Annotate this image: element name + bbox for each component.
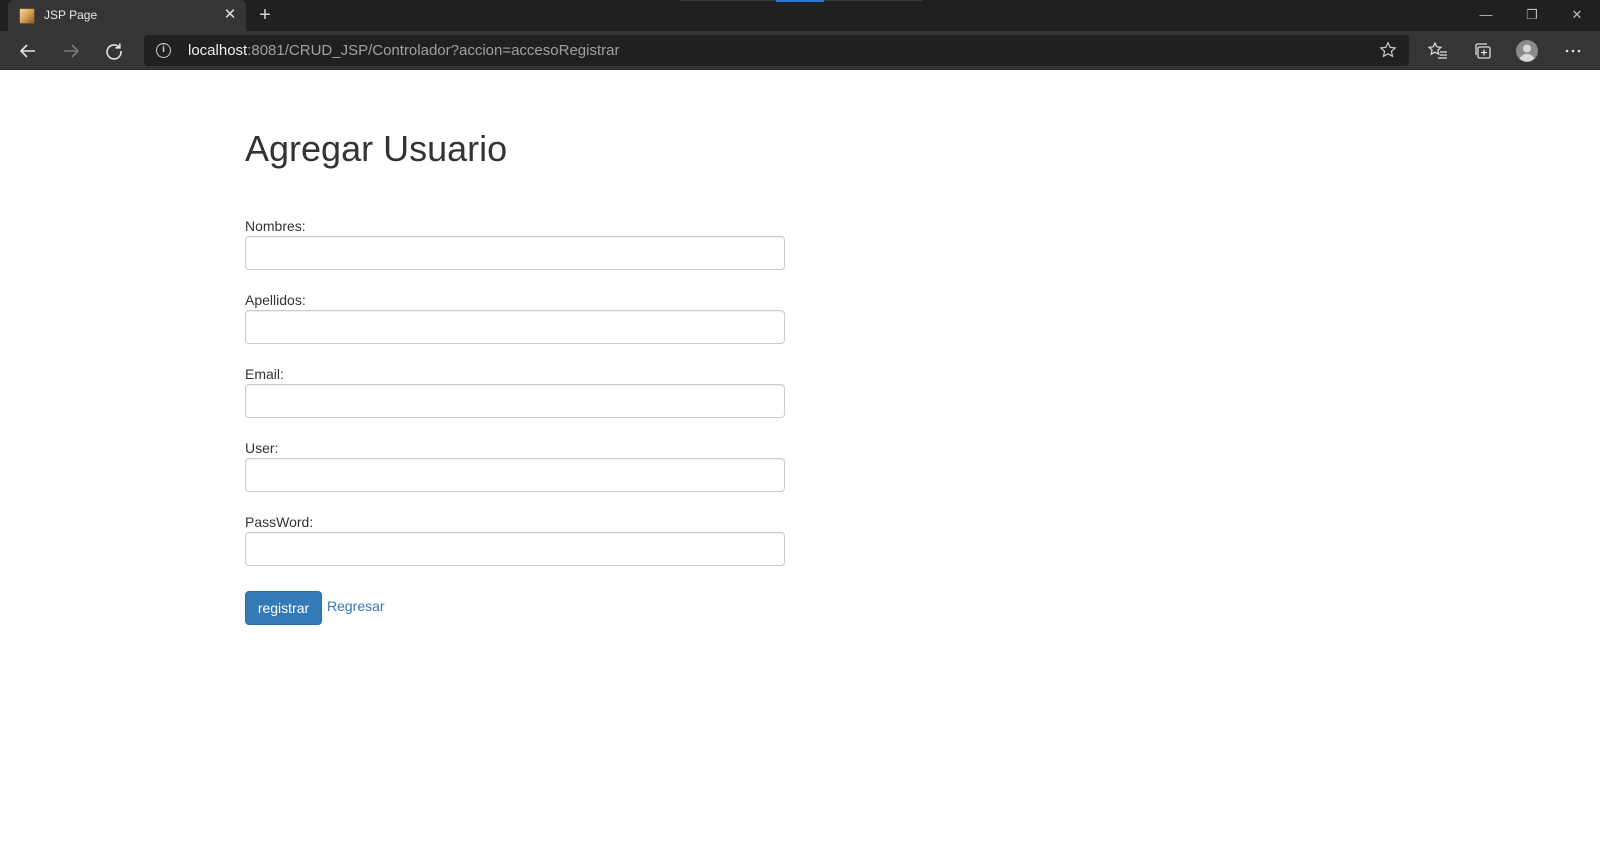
titlebar-accent: [776, 0, 824, 2]
collections-icon: [1475, 43, 1491, 59]
favorites-icon: [1428, 41, 1447, 59]
browser-tab-active[interactable]: JSP Page ✕: [8, 0, 246, 31]
browser-toolbar: i localhost:8081/CRUD_JSP/Controlador?ac…: [0, 31, 1600, 70]
page-favicon-icon: [19, 8, 35, 24]
profile-icon: [1516, 40, 1538, 62]
nombres-label: Nombres:: [245, 218, 306, 234]
star-icon[interactable]: [1379, 41, 1397, 59]
user-label: User:: [245, 440, 279, 456]
page-title: Agregar Usuario: [245, 128, 508, 169]
more-icon: [1565, 49, 1581, 53]
refresh-icon: [106, 43, 122, 60]
user-input[interactable]: [245, 458, 785, 492]
url-text[interactable]: localhost:8081/CRUD_JSP/Controlador?acci…: [188, 42, 619, 59]
profile-button[interactable]: [1513, 37, 1541, 65]
info-icon[interactable]: i: [156, 43, 171, 58]
refresh-button[interactable]: [99, 36, 129, 66]
forward-button[interactable]: [56, 36, 86, 66]
tab-close-icon[interactable]: ✕: [220, 5, 240, 25]
restore-button[interactable]: ❐: [1509, 0, 1555, 30]
page-content: Agregar Usuario Nombres: Apellidos: Emai…: [0, 70, 1600, 860]
nombres-input[interactable]: [245, 236, 785, 270]
email-label: Email:: [245, 366, 284, 382]
registrar-button[interactable]: registrar: [245, 591, 322, 625]
close-window-button[interactable]: ✕: [1554, 0, 1600, 30]
back-button[interactable]: [13, 36, 43, 66]
minimize-button[interactable]: —: [1463, 0, 1509, 30]
password-input[interactable]: [245, 532, 785, 566]
forward-arrow-icon: [64, 44, 80, 58]
tab-title: JSP Page: [44, 8, 98, 22]
back-arrow-icon: [19, 44, 35, 58]
favorites-button[interactable]: [1424, 37, 1452, 65]
new-tab-button[interactable]: +: [253, 4, 277, 28]
regresar-link[interactable]: Regresar: [327, 598, 385, 614]
address-bar[interactable]: i localhost:8081/CRUD_JSP/Controlador?ac…: [144, 35, 1409, 66]
collections-button[interactable]: [1469, 37, 1497, 65]
password-label: PassWord:: [245, 514, 314, 530]
more-menu-button[interactable]: [1559, 37, 1587, 65]
url-host: localhost: [188, 42, 248, 59]
apellidos-input[interactable]: [245, 310, 785, 344]
browser-titlebar: JSP Page ✕ + — ❐ ✕: [0, 0, 1600, 31]
url-path: :8081/CRUD_JSP/Controlador?accion=acceso…: [247, 42, 620, 59]
apellidos-label: Apellidos:: [245, 292, 306, 308]
email-input[interactable]: [245, 384, 785, 418]
